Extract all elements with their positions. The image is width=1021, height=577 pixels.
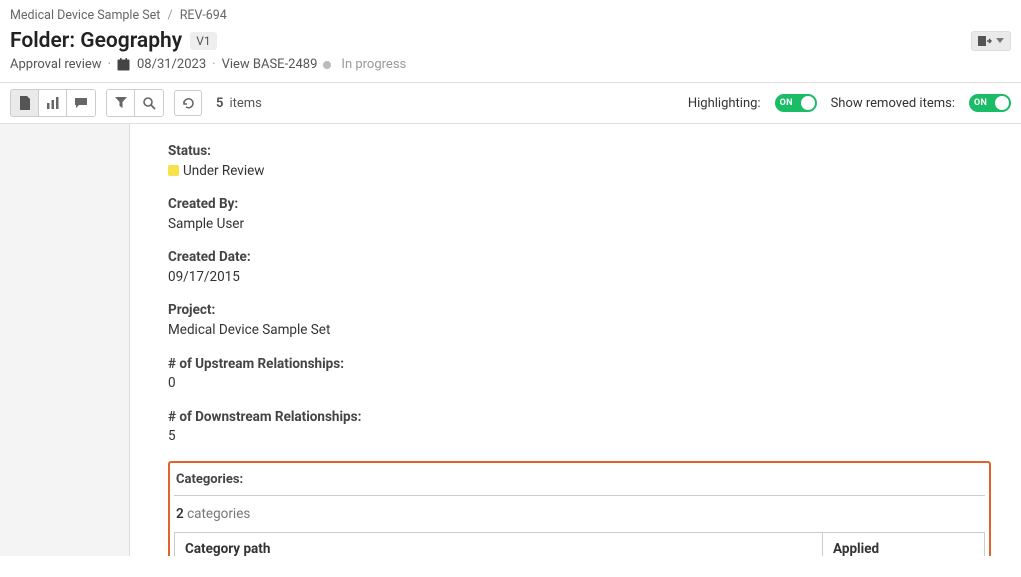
col-applied: Applied xyxy=(823,532,985,556)
show-removed-label: Show removed items: xyxy=(831,96,955,111)
search-button[interactable] xyxy=(135,90,163,116)
refresh-button[interactable] xyxy=(174,90,202,116)
export-button[interactable] xyxy=(971,31,1011,51)
export-icon xyxy=(978,35,992,47)
item-count: 5 items xyxy=(216,96,262,111)
status-label: Status: xyxy=(168,142,991,162)
bar-chart-icon xyxy=(46,97,60,109)
review-type: Approval review xyxy=(10,57,102,72)
item-count-number: 5 xyxy=(216,96,223,111)
downstream-value: 5 xyxy=(168,427,991,447)
item-count-suffix: items xyxy=(229,96,261,111)
status-chip-icon xyxy=(168,165,179,176)
content-pane[interactable]: Status: Under Review Created By: Sample … xyxy=(130,124,1021,556)
breadcrumb-root[interactable]: Medical Device Sample Set xyxy=(10,8,160,23)
comments-view-button[interactable] xyxy=(67,90,95,116)
view-mode-group xyxy=(10,89,96,117)
stats-view-button[interactable] xyxy=(39,90,67,116)
categories-section: Categories: 2 categories Category path A… xyxy=(168,461,991,556)
show-removed-toggle[interactable]: ON xyxy=(969,94,1011,112)
categories-table: Category path Applied 2027 Version 10 Re… xyxy=(174,532,985,556)
project-label: Project: xyxy=(168,301,991,321)
created-date-value: 09/17/2015 xyxy=(168,268,991,288)
caret-down-icon xyxy=(996,38,1004,44)
separator-dot: · xyxy=(108,57,111,72)
breadcrumb-current: REV-694 xyxy=(180,8,227,23)
categories-count-label: categories xyxy=(187,506,250,522)
filter-button[interactable] xyxy=(107,90,135,116)
upstream-label: # of Upstream Relationships: xyxy=(168,355,991,375)
highlighting-label: Highlighting: xyxy=(688,96,761,111)
search-icon xyxy=(143,97,156,110)
project-value: Medical Device Sample Set xyxy=(168,321,991,341)
downstream-label: # of Downstream Relationships: xyxy=(168,408,991,428)
calendar-icon xyxy=(117,58,131,72)
status-dot-icon xyxy=(323,61,331,69)
col-category-path: Category path xyxy=(175,532,823,556)
created-date-label: Created Date: xyxy=(168,248,991,268)
upstream-value: 0 xyxy=(168,374,991,394)
document-view-button[interactable] xyxy=(11,90,39,116)
subheader: Approval review · 08/31/2023 · View BASE… xyxy=(0,53,1021,83)
status-value: Under Review xyxy=(168,162,991,182)
categories-header: Categories: xyxy=(174,466,985,495)
categories-count-number: 2 xyxy=(176,506,184,522)
view-label: View BASE-2489 xyxy=(222,57,318,72)
created-by-label: Created By: xyxy=(168,195,991,215)
highlighting-toggle[interactable]: ON xyxy=(775,94,817,112)
breadcrumb: Medical Device Sample Set / REV-694 xyxy=(0,0,1021,27)
version-badge: V1 xyxy=(190,32,216,50)
review-date: 08/31/2023 xyxy=(137,57,206,72)
breadcrumb-separator: / xyxy=(167,8,172,23)
filter-icon xyxy=(115,97,127,109)
toolbar: 5 items Highlighting: ON Show removed it… xyxy=(0,83,1021,124)
created-by-value: Sample User xyxy=(168,215,991,235)
document-icon xyxy=(19,96,31,110)
page-title: Folder: Geography xyxy=(10,29,182,53)
filter-search-group xyxy=(106,89,164,117)
refresh-icon xyxy=(182,97,195,110)
left-sidebar xyxy=(0,124,130,556)
comment-icon xyxy=(74,97,88,109)
review-status: In progress xyxy=(341,57,406,72)
categories-count: 2 categories xyxy=(174,495,985,532)
separator-dot: · xyxy=(212,57,215,72)
